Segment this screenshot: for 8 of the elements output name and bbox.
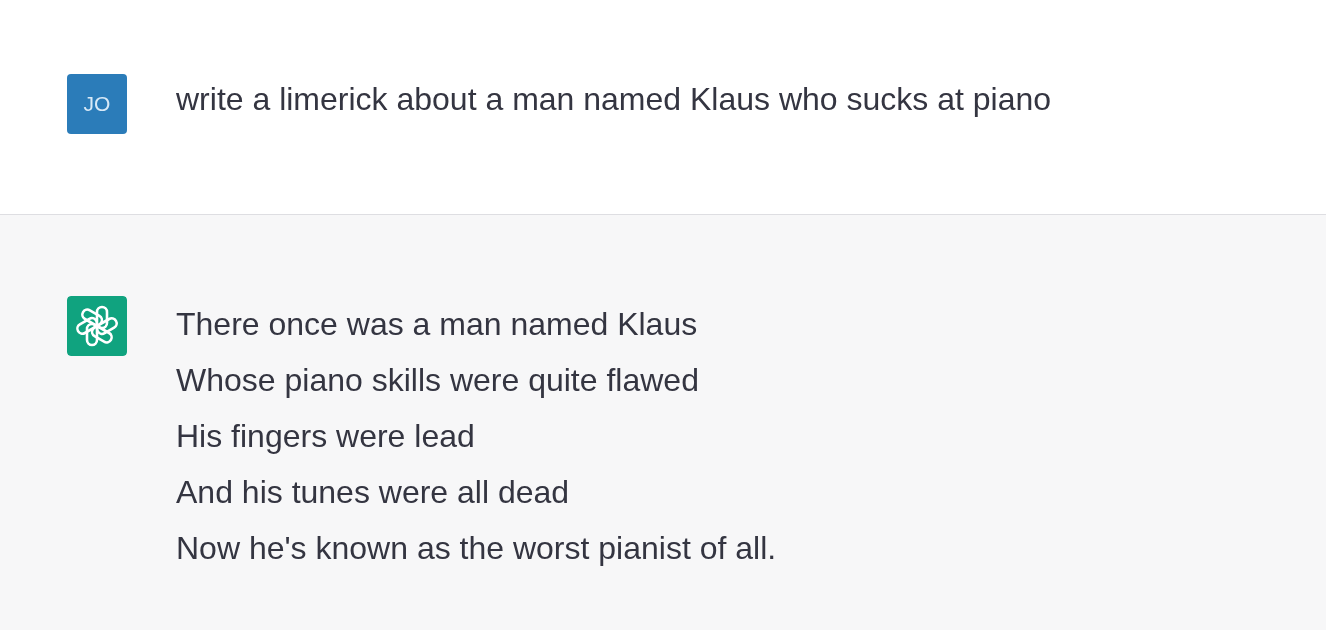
knot-logo-icon — [67, 296, 127, 356]
poem-line: Whose piano skills were quite flawed — [176, 361, 700, 400]
poem-line: His fingers were lead — [176, 417, 476, 456]
poem-line: There once was a man named Klaus — [176, 305, 699, 344]
poem-line: And his tunes were all dead — [176, 473, 571, 512]
user-avatar: JO — [67, 74, 127, 134]
prompt-text: write a limerick about a man named Klaus who sucks at piano — [176, 80, 1052, 119]
poem-line: Now he's known as the worst pianist of all. — [176, 529, 777, 568]
